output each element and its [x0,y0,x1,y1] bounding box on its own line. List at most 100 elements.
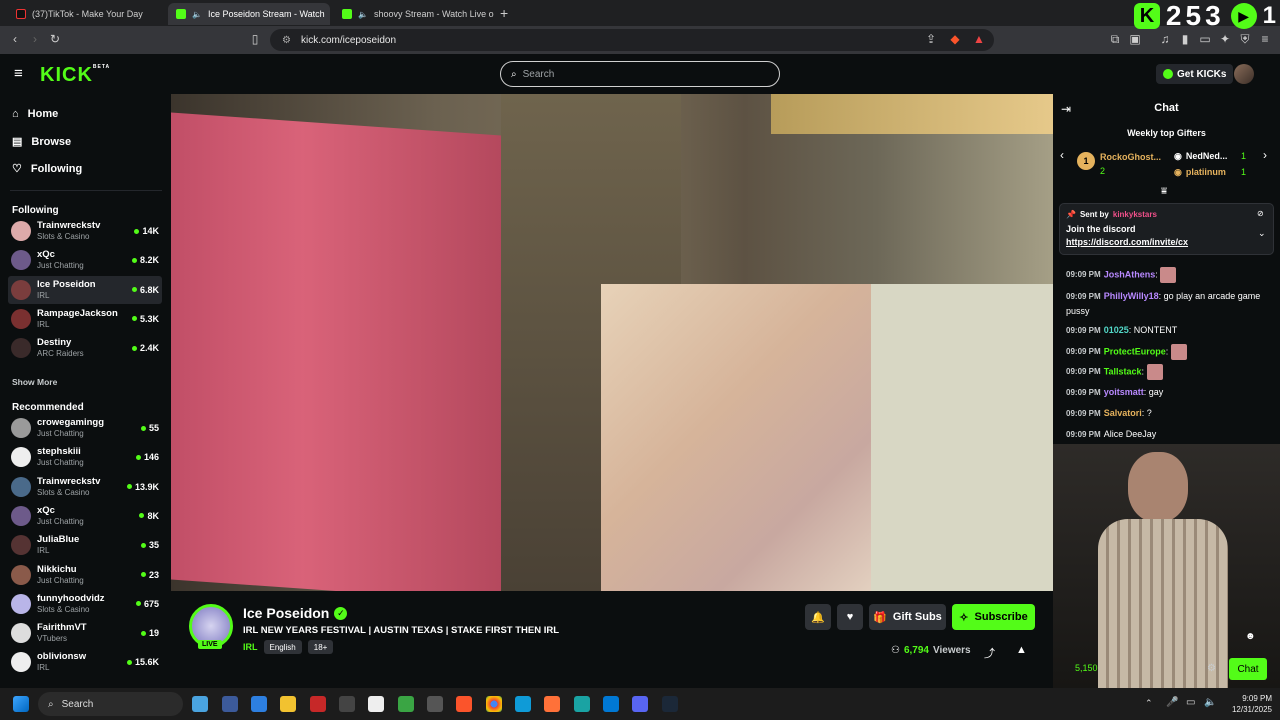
nav-browse[interactable]: ▤ Browse [12,135,71,149]
hamburger-menu-icon[interactable]: ≡ [14,66,23,81]
subscribe-button[interactable]: ✧ Subscribe [952,604,1035,630]
brave-icon[interactable] [456,696,472,712]
reload-icon[interactable]: ↻ [48,32,62,46]
app-icon[interactable] [368,696,384,712]
gifter-row[interactable]: ◉ NedNed... [1174,151,1227,162]
kick-logo[interactable]: KICKBETA [40,64,110,87]
firefox-icon[interactable] [544,696,560,712]
app-icon[interactable] [192,696,208,712]
tab-shoovy[interactable]: 🔈 shoovy Stream - Watch Live on K [334,3,494,25]
address-bar[interactable]: ⚙ kick.com/iceposeidon [270,29,994,51]
gifter-name[interactable]: RockoGhost... [1100,152,1161,162]
message-username[interactable]: PhillyWilly18 [1104,291,1159,301]
search-input[interactable]: ⌕ Search [500,61,780,87]
site-info-icon[interactable]: ⚙ [282,35,291,46]
message-username[interactable]: Tallstack [1104,366,1142,376]
sidebar-channel-row[interactable]: funnyhoodvidz Slots & Casino 675 [8,590,162,618]
sidebar-channel-row[interactable]: JuliaBlue IRL 35 [8,531,162,559]
channel-name: funnyhoodvidz [37,592,105,604]
gifters-next-icon[interactable]: › [1263,148,1267,162]
show-more-link[interactable]: Show More [12,377,57,387]
message-username[interactable]: JoshAthens [1104,269,1156,279]
microphone-icon[interactable]: 🎤 [1166,697,1178,708]
leo-icon[interactable]: ✦ [1218,32,1232,46]
notification-bell-button[interactable]: 🔔 [805,604,831,630]
message-username[interactable]: 01025 [1104,325,1129,335]
send-chat-button[interactable]: Chat [1229,658,1267,680]
gifters-prev-icon[interactable]: ‹ [1060,148,1064,162]
wallet-icon[interactable]: ▭ [1198,32,1212,46]
channel-name[interactable]: Ice Poseidon [243,605,329,621]
menu-icon[interactable]: ≡ [1258,32,1272,46]
brave-rewards-icon[interactable]: ▲ [972,32,986,46]
share-icon[interactable]: ⇪ [924,32,938,46]
chat-settings-icon[interactable]: ⚙ [1207,663,1216,674]
nav-following[interactable]: ♡ Following [12,162,82,176]
bookmark-icon[interactable]: ▯ [248,32,262,46]
sidebar-channel-row[interactable]: Trainwreckstv Slots & Casino 14K [8,217,162,245]
volume-icon[interactable]: 🔈 [1204,697,1216,708]
sidebar-channel-row[interactable]: xQc Just Chatting 8K [8,502,162,530]
app-icon[interactable] [251,696,267,712]
vscode-icon[interactable] [603,696,619,712]
category-link[interactable]: IRL [243,642,258,652]
app-icon[interactable] [310,696,326,712]
sidebar-channel-row[interactable]: Destiny ARC Raiders 2.4K [8,334,162,362]
sidebar-channel-row[interactable]: crowegamingg Just Chatting 55 [8,414,162,442]
tray-chevron-icon[interactable]: ⌃ [1145,698,1153,709]
sidebar-toggle-icon[interactable]: ▮ [1178,32,1192,46]
screenshot-icon[interactable]: ▣ [1128,32,1142,46]
steam-icon[interactable] [662,696,678,712]
app-icon[interactable] [574,696,590,712]
sidebar-channel-row[interactable]: stephskiii Just Chatting 146 [8,443,162,471]
app-icon[interactable] [222,696,238,712]
sidebar-channel-row[interactable]: Trainwreckstv Slots & Casino 13.9K [8,473,162,501]
tag-english[interactable]: English [263,640,302,654]
discord-icon[interactable] [632,696,648,712]
sidebar-channel-row[interactable]: oblivionsw IRL 15.6K [8,648,162,676]
emoji-icon[interactable]: ☻ [1245,631,1256,642]
message-username[interactable]: yoitsmatt [1104,387,1144,397]
new-tab-button[interactable]: + [500,5,508,21]
sidebar-channel-row[interactable]: Nikkichu Just Chatting 23 [8,561,162,589]
follow-button[interactable]: ♥ [837,604,863,630]
message-username[interactable]: ProtectEurope [1104,346,1166,356]
vpn-icon[interactable]: ⛨ [1238,32,1252,46]
app-icon[interactable] [427,696,443,712]
media-icon[interactable]: ♫ [1158,32,1172,46]
back-icon[interactable]: ‹ [8,32,22,46]
chevron-down-icon[interactable]: ⌄ [1258,228,1266,239]
video-player[interactable] [171,94,1053,591]
brave-shield-icon[interactable]: ◆ [948,32,962,46]
sidebar-channel-row[interactable]: RampageJackson IRL 5.3K [8,305,162,333]
message-username[interactable]: Salvatori [1104,408,1142,418]
sidebar-channel-row[interactable]: FairithmVT VTubers 19 [8,619,162,647]
pinned-message[interactable]: 📌 Sent by kinkykstars Join the discord h… [1059,203,1274,255]
forward-icon[interactable]: › [28,32,42,46]
filter-icon[interactable]: ⩸ [1161,186,1167,197]
pinned-link[interactable]: https://discord.com/invite/cx [1066,237,1188,247]
sidebar-channel-row[interactable]: xQc Just Chatting 8.2K [8,246,162,274]
gift-subs-button[interactable]: 🎁 Gift Subs [869,604,946,630]
share-icon[interactable]: ⤴ [984,645,995,661]
windows-start-icon[interactable] [13,696,29,712]
sidebar-channel-row[interactable]: Ice Poseidon IRL 6.8K [8,275,162,304]
network-icon[interactable]: ▭ [1186,697,1195,708]
tab-ice-poseidon[interactable]: 🔈 Ice Poseidon Stream - Watch ✕ [168,3,330,25]
tag-18plus[interactable]: 18+ [307,640,334,654]
app-icon[interactable] [339,696,355,712]
extensions-icon[interactable]: ⧉ [1108,32,1122,46]
file-explorer-icon[interactable] [280,696,296,712]
unpin-icon[interactable]: ⊘ [1257,209,1264,218]
taskbar-search[interactable]: ⌕ Search [38,692,183,716]
edge-icon[interactable] [515,696,531,712]
chrome-icon[interactable] [486,696,502,712]
tab-tiktok[interactable]: (37)TikTok - Make Your Day [8,3,168,25]
gifter-row[interactable]: ◉ platiinum [1174,167,1226,178]
nav-home[interactable]: ⌂ Home [12,108,58,120]
app-icon[interactable] [398,696,414,712]
user-avatar[interactable] [1234,64,1254,84]
clock[interactable]: 9:09 PM 12/31/2025 [1222,693,1272,715]
get-kicks-button[interactable]: Get KICKs [1156,64,1234,84]
report-icon[interactable]: ▲ [1016,644,1027,656]
